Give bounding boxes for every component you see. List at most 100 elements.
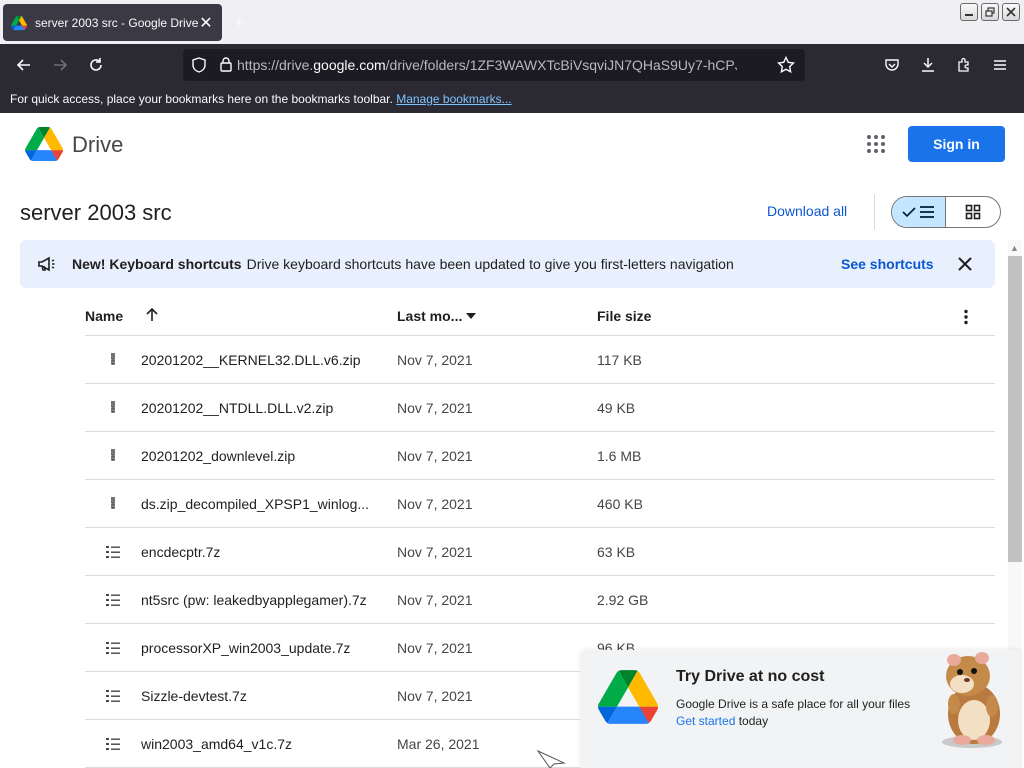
table-header: Name Last mo... File size <box>85 296 995 336</box>
close-window-icon[interactable] <box>1002 3 1020 21</box>
file-size: 2.92 GB <box>597 592 649 608</box>
tab-close-icon[interactable]: ✕ <box>198 13 214 33</box>
keyboard-shortcuts-banner: New! Keyboard shortcuts Drive keyboard s… <box>20 240 995 288</box>
url-text[interactable]: https://drive.google.com/drive/folders/1… <box>237 57 737 73</box>
browser-nav-bar: https://drive.google.com/drive/folders/1… <box>0 44 1024 86</box>
drive-favicon-icon <box>11 15 27 30</box>
product-name[interactable]: Drive <box>72 132 123 158</box>
browser-tab-strip: server 2003 src - Google Drive ✕ + <box>0 0 1024 44</box>
archive-icon <box>105 736 121 752</box>
table-row[interactable]: ds.zip_decompiled_XPSP1_winlog... Nov 7, … <box>85 480 995 528</box>
pocket-icon[interactable] <box>880 53 904 77</box>
zip-icon <box>105 400 121 416</box>
promo-subtitle: Google Drive is a safe place for all you… <box>676 697 911 711</box>
column-name-header[interactable]: Name <box>85 308 123 324</box>
file-modified: Nov 7, 2021 <box>397 496 473 512</box>
file-name[interactable]: Sizzle-devtest.7z <box>141 688 247 704</box>
file-name[interactable]: processorXP_win2003_update.7z <box>141 640 350 656</box>
sort-arrow-up-icon[interactable] <box>145 308 159 322</box>
file-modified: Nov 7, 2021 <box>397 640 473 656</box>
tab-title: server 2003 src - Google Drive <box>35 15 198 30</box>
file-name[interactable]: 20201202__NTDLL.DLL.v2.zip <box>141 400 333 416</box>
view-toggle <box>891 196 1001 228</box>
file-modified: Nov 7, 2021 <box>397 448 473 464</box>
menu-icon[interactable] <box>988 53 1012 77</box>
file-size: 460 KB <box>597 496 643 512</box>
promo-cta-suffix: today <box>735 714 769 728</box>
scrollbar-thumb[interactable] <box>1008 256 1022 562</box>
file-name[interactable]: 20201202_downlevel.zip <box>141 448 295 464</box>
drive-logo-icon[interactable] <box>25 127 63 161</box>
window-controls <box>960 3 1020 21</box>
zip-icon <box>105 448 121 464</box>
toolbar-divider <box>874 194 875 230</box>
download-icon[interactable] <box>916 53 940 77</box>
file-name[interactable]: encdecptr.7z <box>141 544 220 560</box>
hamster-mascot-image <box>942 652 1002 748</box>
chevron-down-icon[interactable] <box>465 312 477 320</box>
shield-icon[interactable] <box>191 57 207 73</box>
browser-tab[interactable]: server 2003 src - Google Drive ✕ <box>3 4 222 41</box>
banner-heading: New! Keyboard shortcuts <box>72 256 242 272</box>
sign-in-button[interactable]: Sign in <box>908 126 1005 162</box>
file-modified: Nov 7, 2021 <box>397 592 473 608</box>
file-name[interactable]: win2003_amd64_v1c.7z <box>141 736 292 752</box>
bookmarks-hint: For quick access, place your bookmarks h… <box>10 92 393 106</box>
file-modified: Mar 26, 2021 <box>397 736 480 752</box>
bookmarks-toolbar: For quick access, place your bookmarks h… <box>0 86 1024 113</box>
file-size: 49 KB <box>597 400 636 416</box>
file-size: 1.6 MB <box>597 448 642 464</box>
zip-icon <box>105 496 121 512</box>
grid-view-button[interactable] <box>946 197 1000 227</box>
table-row[interactable]: nt5src (pw: leakedbyapplegamer).7z Nov 7,… <box>85 576 995 624</box>
column-modified-header[interactable]: Last mo... <box>397 308 462 324</box>
archive-icon <box>105 544 121 560</box>
forward-icon[interactable] <box>48 53 72 77</box>
more-vert-icon[interactable] <box>963 309 969 325</box>
star-icon[interactable] <box>777 56 795 74</box>
extensions-icon[interactable] <box>952 53 976 77</box>
url-bar[interactable]: https://drive.google.com/drive/folders/1… <box>183 49 805 81</box>
reload-icon[interactable] <box>84 53 108 77</box>
file-modified: Nov 7, 2021 <box>397 352 473 368</box>
column-size-header[interactable]: File size <box>597 308 651 324</box>
drive-logo-icon <box>598 670 658 724</box>
scroll-up-icon[interactable]: ▲ <box>1010 243 1019 253</box>
archive-icon <box>105 592 121 608</box>
file-modified: Nov 7, 2021 <box>397 544 473 560</box>
archive-icon <box>105 640 121 656</box>
file-name[interactable]: nt5src (pw: leakedbyapplegamer).7z <box>141 592 367 608</box>
file-size: 63 KB <box>597 544 636 560</box>
file-modified: Nov 7, 2021 <box>397 400 473 416</box>
mouse-cursor-icon <box>537 750 566 768</box>
see-shortcuts-link[interactable]: See shortcuts <box>841 256 934 272</box>
table-row[interactable]: 20201202_downlevel.zip Nov 7, 2021 1.6 MB <box>85 432 995 480</box>
file-name[interactable]: ds.zip_decompiled_XPSP1_winlog... <box>141 496 369 512</box>
zip-icon <box>105 352 121 368</box>
file-size: 117 KB <box>597 352 642 368</box>
restore-icon[interactable] <box>981 3 999 21</box>
file-modified: Nov 7, 2021 <box>397 688 473 704</box>
apps-grid-icon[interactable] <box>864 132 888 156</box>
promo-title: Try Drive at no cost <box>676 668 825 685</box>
folder-title: server 2003 src <box>20 200 172 225</box>
close-icon[interactable] <box>956 255 974 273</box>
new-tab-button[interactable]: + <box>234 12 245 33</box>
manage-bookmarks-link[interactable]: Manage bookmarks... <box>396 92 511 106</box>
download-all-button[interactable]: Download all <box>767 203 847 219</box>
list-view-button[interactable] <box>892 197 947 227</box>
megaphone-icon <box>38 256 55 272</box>
drive-header: Drive Sign in <box>0 113 1024 175</box>
archive-icon <box>105 688 121 704</box>
table-row[interactable]: 20201202__NTDLL.DLL.v2.zip Nov 7, 2021 49 … <box>85 384 995 432</box>
banner-message: Drive keyboard shortcuts have been updat… <box>246 256 734 272</box>
file-name[interactable]: 20201202__KERNEL32.DLL.v6.zip <box>141 352 361 368</box>
get-started-link[interactable]: Get started <box>676 714 735 728</box>
minimize-icon[interactable] <box>960 3 978 21</box>
back-icon[interactable] <box>12 53 36 77</box>
table-row[interactable]: encdecptr.7z Nov 7, 2021 63 KB <box>85 528 995 576</box>
grid-icon <box>965 204 981 220</box>
table-row[interactable]: 20201202__KERNEL32.DLL.v6.zip Nov 7, 2021… <box>85 336 995 384</box>
promo-cta-line: Get started today <box>676 714 768 728</box>
lock-icon[interactable] <box>219 56 233 72</box>
